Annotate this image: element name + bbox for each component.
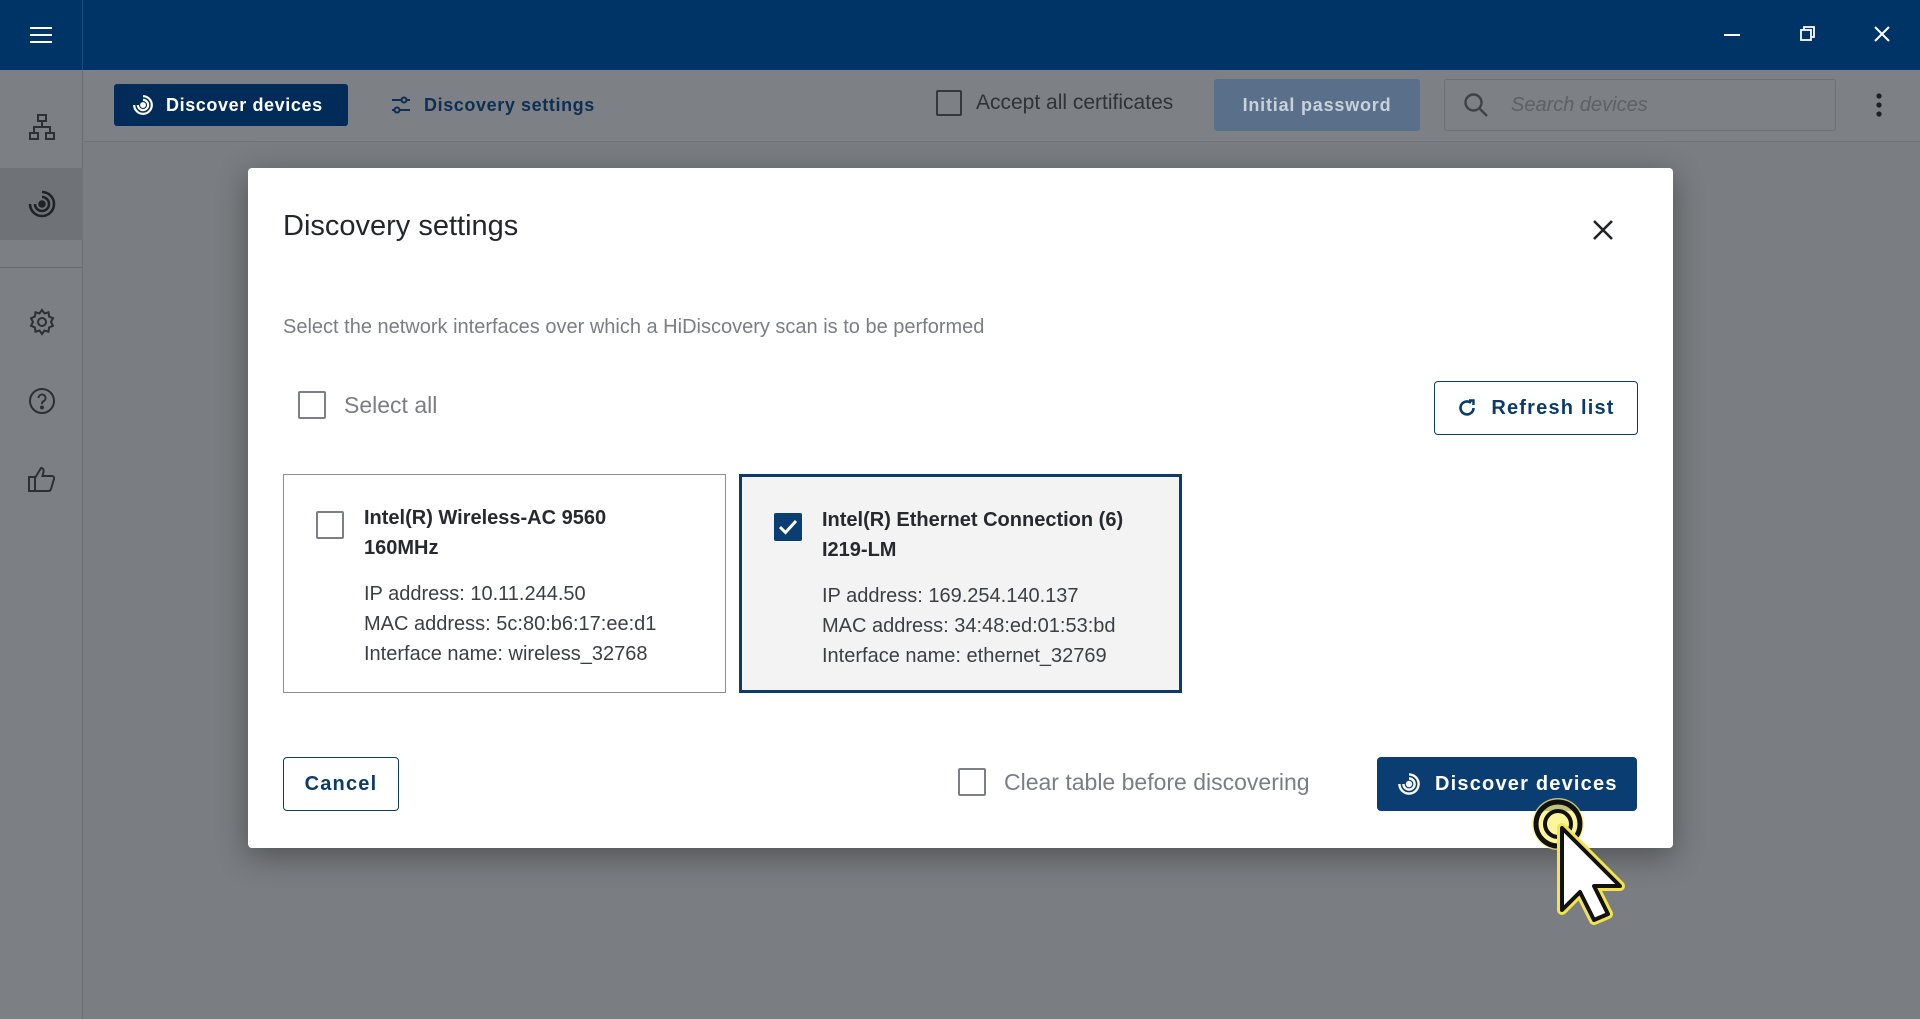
refresh-list-label: Refresh list (1491, 396, 1615, 419)
interface-name-line2: I219-LM (822, 539, 897, 561)
initial-password-button[interactable]: Initial password (1214, 79, 1420, 131)
interface-name-line1: Intel(R) Wireless-AC 9560 (364, 507, 607, 529)
minimize-icon[interactable] (1710, 14, 1754, 54)
interface-name: Intel(R) Wireless-AC 9560 160MHz (364, 503, 694, 563)
discovery-radar-icon (28, 190, 55, 218)
main-toolbar: Discover devices Discovery settings Acce… (84, 70, 1920, 142)
mac-address: MAC address: 34:48:ed:01:53:bd (822, 615, 1116, 637)
accept-certificates-label: Accept all certificates (976, 91, 1174, 114)
select-all-label: Select all (344, 391, 438, 418)
discover-devices-button[interactable]: Discover devices (114, 84, 348, 126)
discovery-settings-button[interactable]: Discovery settings (390, 84, 595, 126)
title-bar (0, 0, 1920, 70)
search-icon (1464, 93, 1488, 117)
checkmark-icon (778, 519, 798, 535)
dialog-description: Select the network interfaces over which… (283, 316, 985, 338)
interface-checkbox[interactable] (316, 511, 344, 539)
interface-name-line2: 160MHz (364, 537, 439, 559)
ip-address: IP address: 169.254.140.137 (822, 585, 1079, 607)
more-options-icon[interactable] (1864, 86, 1894, 124)
discovery-radar-icon (133, 95, 153, 115)
hamburger-menu-icon[interactable] (0, 0, 83, 70)
interface-name-value: Interface name: ethernet_32769 (822, 645, 1107, 667)
discovery-radar-icon (1398, 773, 1420, 795)
thumbs-up-icon (27, 466, 55, 492)
refresh-icon (1459, 399, 1476, 416)
checkbox-box[interactable] (298, 391, 326, 419)
discovery-settings-dialog: Discovery settings Select the network in… (248, 168, 1673, 848)
interface-card-ethernet[interactable]: Intel(R) Ethernet Connection (6) I219-LM… (739, 474, 1182, 693)
interface-checkbox-checked[interactable] (774, 513, 802, 541)
sidebar-item-settings[interactable] (0, 286, 83, 358)
close-icon[interactable] (1583, 210, 1623, 250)
interface-name-value: Interface name: wireless_32768 (364, 643, 648, 665)
clear-table-checkbox[interactable]: Clear table before discovering (958, 768, 1310, 796)
sidebar (0, 70, 83, 1019)
interface-name: Intel(R) Ethernet Connection (6) I219-LM (822, 505, 1152, 565)
network-topology-icon (28, 114, 55, 140)
interface-name-line1: Intel(R) Ethernet Connection (6) (822, 509, 1124, 531)
accept-certificates-checkbox[interactable]: Accept all certificates (936, 90, 1173, 116)
sidebar-item-discovery[interactable] (0, 168, 83, 240)
mac-address: MAC address: 5c:80:b6:17:ee:d1 (364, 613, 657, 635)
search-placeholder: Search devices (1511, 93, 1648, 116)
ip-address: IP address: 10.11.244.50 (364, 583, 586, 605)
help-icon (28, 388, 55, 414)
interface-details: IP address: 10.11.244.50 MAC address: 5c… (364, 579, 656, 669)
discovery-settings-label: Discovery settings (424, 94, 595, 115)
close-window-icon[interactable] (1860, 14, 1904, 54)
restore-window-icon[interactable] (1786, 14, 1830, 54)
clear-table-label: Clear table before discovering (1004, 768, 1310, 795)
dialog-discover-devices-button[interactable]: Discover devices (1377, 757, 1637, 811)
checkbox-box[interactable] (958, 768, 986, 796)
sidebar-item-network[interactable] (0, 91, 83, 163)
discover-devices-label: Discover devices (166, 94, 323, 115)
search-input[interactable]: Search devices (1444, 79, 1836, 131)
dialog-title: Discovery settings (283, 210, 519, 242)
refresh-list-button[interactable]: Refresh list (1434, 381, 1638, 435)
select-all-checkbox[interactable]: Select all (298, 391, 437, 419)
checkbox-box[interactable] (936, 90, 962, 116)
gear-icon (29, 308, 54, 336)
sidebar-item-help[interactable] (0, 365, 83, 437)
interface-details: IP address: 169.254.140.137 MAC address:… (822, 581, 1116, 671)
cancel-button[interactable]: Cancel (283, 757, 399, 811)
interface-card-wireless[interactable]: Intel(R) Wireless-AC 9560 160MHz IP addr… (283, 474, 726, 693)
sidebar-divider (0, 267, 83, 268)
sidebar-item-feedback[interactable] (0, 443, 83, 515)
discover-devices-label: Discover devices (1435, 772, 1618, 795)
sliders-icon (392, 96, 410, 114)
